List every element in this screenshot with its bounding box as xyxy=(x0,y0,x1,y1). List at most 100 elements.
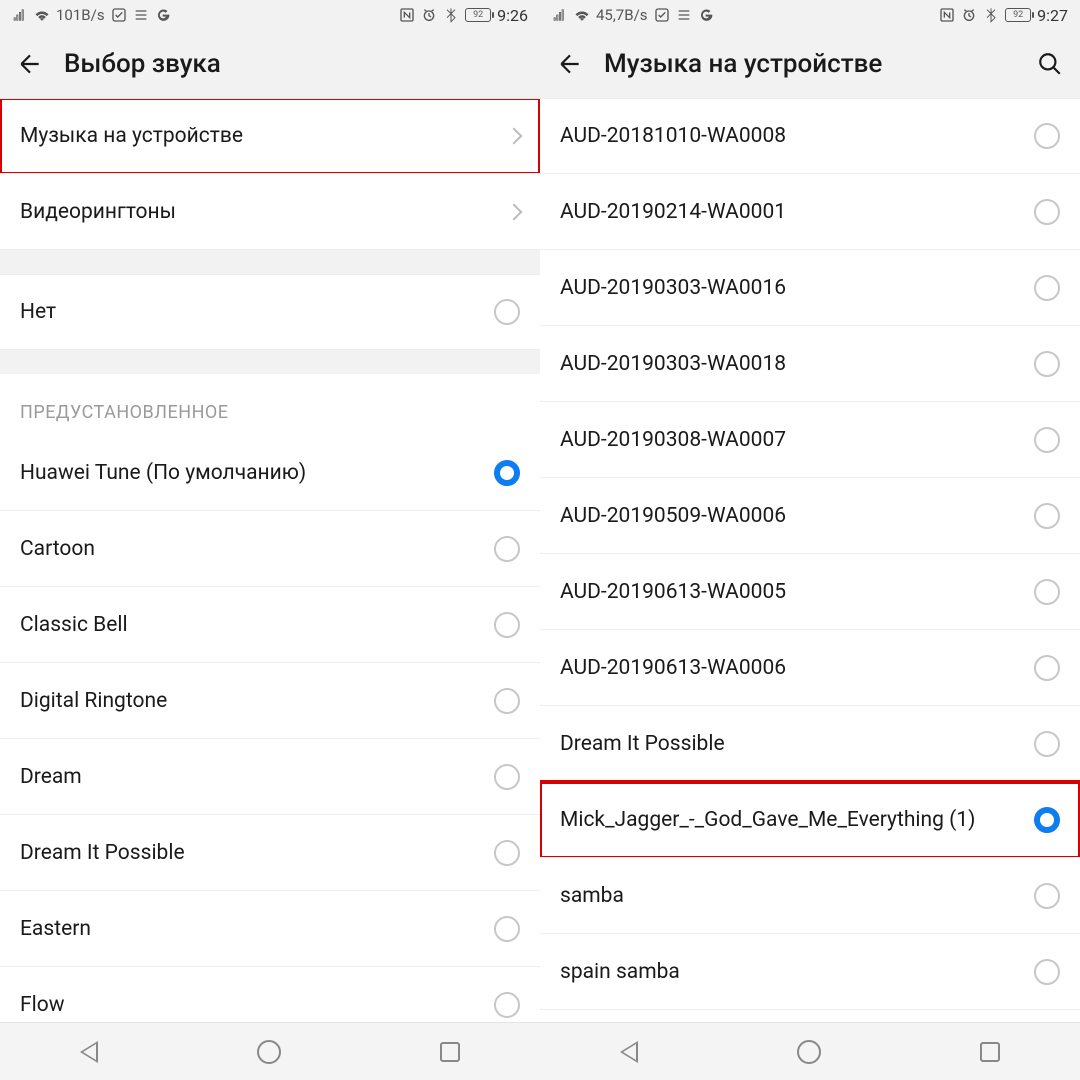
phone-left: 101B/s 92 9:26 Выбор звука Музыка на уст… xyxy=(0,0,540,1080)
row-label: spain samba xyxy=(560,946,1034,998)
radio-icon[interactable] xyxy=(1034,731,1060,757)
wifi-icon xyxy=(34,7,50,23)
nav-home-icon[interactable] xyxy=(797,1040,821,1064)
row-label: Digital Ringtone xyxy=(20,675,494,727)
row-label: Cartoon xyxy=(20,523,494,575)
signal-icon xyxy=(552,7,568,23)
ringtone-row[interactable]: Cartoon xyxy=(0,511,540,587)
ringtone-row[interactable]: Dream It Possible xyxy=(0,815,540,891)
radio-icon[interactable] xyxy=(1034,123,1060,149)
radio-icon[interactable] xyxy=(1034,503,1060,529)
radio-icon[interactable] xyxy=(1034,275,1060,301)
app-icon-2 xyxy=(133,7,149,23)
app-icon-1 xyxy=(111,7,127,23)
status-bar: 45,7B/s 92 9:27 xyxy=(540,0,1080,30)
radio-icon[interactable] xyxy=(1034,351,1060,377)
radio-icon[interactable] xyxy=(494,688,520,714)
radio-icon[interactable] xyxy=(1034,807,1060,833)
content: AUD-20181010-WA0008 AUD-20190214-WA0001 AU… xyxy=(540,98,1080,1022)
nav-row[interactable]: Видеорингтоны xyxy=(0,174,540,250)
track-row[interactable]: AUD-20190613-WA0005 xyxy=(540,554,1080,630)
ringtone-row[interactable]: Digital Ringtone xyxy=(0,663,540,739)
nav-back-icon[interactable] xyxy=(80,1041,98,1063)
nfc-icon xyxy=(939,7,955,23)
row-label: AUD-20190303-WA0016 xyxy=(560,262,1034,314)
alarm-icon xyxy=(961,7,977,23)
row-label: Dream xyxy=(20,751,494,803)
radio-icon[interactable] xyxy=(494,840,520,866)
bluetooth-icon xyxy=(443,7,459,23)
back-button[interactable] xyxy=(14,48,46,80)
radio-icon[interactable] xyxy=(494,916,520,942)
track-row[interactable]: AUD-20190303-WA0018 xyxy=(540,326,1080,402)
track-row[interactable]: AUD-20190509-WA0006 xyxy=(540,478,1080,554)
row-label: Mick_Jagger_-_God_Gave_Me_Everything (1) xyxy=(560,794,1034,846)
radio-icon[interactable] xyxy=(494,460,520,486)
track-row[interactable]: samba xyxy=(540,858,1080,934)
status-right: 92 9:26 xyxy=(399,6,528,25)
radio-icon[interactable] xyxy=(1034,199,1060,225)
track-row[interactable]: spain samba xyxy=(540,934,1080,1010)
row-none[interactable]: Нет xyxy=(0,274,540,350)
nav-home-icon[interactable] xyxy=(257,1040,281,1064)
google-icon xyxy=(698,7,714,23)
back-arrow-icon xyxy=(17,51,43,77)
net-speed: 101B/s xyxy=(56,6,105,24)
phone-right: 45,7B/s 92 9:27 Музыка на устройстве AUD… xyxy=(540,0,1080,1080)
row-label: AUD-20190308-WA0007 xyxy=(560,414,1034,466)
track-row[interactable]: AUD-20190613-WA0006 xyxy=(540,630,1080,706)
section-label: ПРЕДУСТАНОВЛЕННОЕ xyxy=(0,374,540,435)
track-row[interactable]: AUD-20181010-WA0008 xyxy=(540,98,1080,174)
radio-icon[interactable] xyxy=(1034,883,1060,909)
ringtone-row[interactable]: Flow xyxy=(0,967,540,1022)
nav-recent-icon[interactable] xyxy=(980,1042,1000,1062)
row-label: AUD-20190214-WA0001 xyxy=(560,186,1034,238)
signal-icon xyxy=(12,7,28,23)
search-icon xyxy=(1037,51,1063,77)
ringtone-row[interactable]: Classic Bell xyxy=(0,587,540,663)
radio-icon[interactable] xyxy=(494,764,520,790)
row-label: Eastern xyxy=(20,903,494,955)
radio-icon[interactable] xyxy=(1034,655,1060,681)
clock: 9:26 xyxy=(497,6,528,25)
row-label: AUD-20190509-WA0006 xyxy=(560,490,1034,542)
row-label: Музыка на устройстве xyxy=(20,110,508,162)
chevron-right-icon xyxy=(506,128,523,145)
nav-back-icon[interactable] xyxy=(620,1041,638,1063)
status-left: 45,7B/s xyxy=(552,6,714,24)
ringtone-row[interactable]: Eastern xyxy=(0,891,540,967)
nav-recent-icon[interactable] xyxy=(440,1042,460,1062)
back-arrow-icon xyxy=(557,51,583,77)
status-bar: 101B/s 92 9:26 xyxy=(0,0,540,30)
row-label: Нет xyxy=(20,286,494,338)
radio-icon[interactable] xyxy=(1034,427,1060,453)
track-row[interactable]: Mick_Jagger_-_God_Gave_Me_Everything (1) xyxy=(540,782,1080,858)
status-left: 101B/s xyxy=(12,6,171,24)
battery-icon: 92 xyxy=(1005,8,1031,22)
bluetooth-icon xyxy=(983,7,999,23)
row-label: AUD-20181010-WA0008 xyxy=(560,110,1034,162)
row-label: AUD-20190613-WA0005 xyxy=(560,566,1034,618)
radio-icon[interactable] xyxy=(1034,959,1060,985)
ringtone-row[interactable]: Dream xyxy=(0,739,540,815)
nav-row[interactable]: Музыка на устройстве xyxy=(0,98,540,174)
track-row[interactable]: Dream It Possible xyxy=(540,706,1080,782)
wifi-icon xyxy=(574,7,590,23)
track-row[interactable]: AUD-20190214-WA0001 xyxy=(540,174,1080,250)
row-label: AUD-20190303-WA0018 xyxy=(560,338,1034,390)
group-gap xyxy=(0,350,540,374)
radio-icon[interactable] xyxy=(494,299,520,325)
radio-icon[interactable] xyxy=(494,536,520,562)
group-gap xyxy=(0,250,540,274)
track-row[interactable]: AUD-20190308-WA0007 xyxy=(540,402,1080,478)
row-label: AUD-20190613-WA0006 xyxy=(560,642,1034,694)
nfc-icon xyxy=(399,7,415,23)
radio-icon[interactable] xyxy=(1034,579,1060,605)
track-row[interactable]: AUD-20190303-WA0016 xyxy=(540,250,1080,326)
search-button[interactable] xyxy=(1034,48,1066,80)
radio-icon[interactable] xyxy=(494,992,520,1018)
ringtone-row[interactable]: Huawei Tune (По умолчанию) xyxy=(0,435,540,511)
radio-icon[interactable] xyxy=(494,612,520,638)
back-button[interactable] xyxy=(554,48,586,80)
app-icon-2 xyxy=(676,7,692,23)
